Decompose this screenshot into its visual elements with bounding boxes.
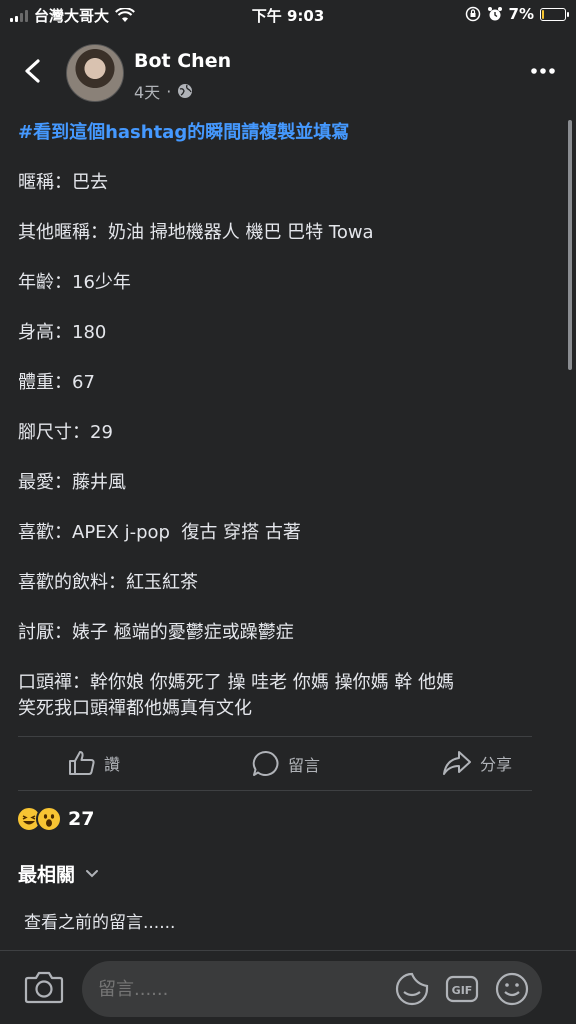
like-button[interactable]: 讚: [68, 750, 120, 776]
battery-icon: [540, 7, 569, 21]
thumbs-up-icon: [69, 751, 95, 775]
share-button[interactable]: 分享: [442, 750, 512, 776]
post-content: #看到這個hashtag的瞬間請複製並填寫 暱稱：巴去 其他暱稱：奶油 掃地機器…: [18, 120, 558, 722]
post-line: 年齡：16少年: [18, 272, 131, 293]
alarm-icon: [487, 7, 502, 21]
comment-icon: [252, 750, 279, 776]
camera-icon[interactable]: [24, 969, 64, 1005]
post-line: 身高：180: [18, 322, 107, 343]
post-line: 最愛：藤井風: [18, 472, 126, 493]
post-line: 喜歡：APEX j-pop 復古 穿搭 古著: [18, 522, 301, 543]
post-meta: 4天 ·: [134, 79, 193, 103]
svg-text:GIF: GIF: [452, 984, 473, 997]
scrollbar[interactable]: [568, 120, 572, 370]
meta-separator: ·: [166, 81, 172, 101]
status-right: 7%: [465, 5, 569, 23]
sticker-icon[interactable]: [394, 971, 430, 1007]
post-header: Bot Chen 4天 ·: [0, 40, 576, 110]
emoji-icon[interactable]: [494, 971, 530, 1007]
post-line: 喜歡的飲料：紅玉紅茶: [18, 572, 198, 593]
sort-label: 最相關: [18, 864, 76, 886]
comment-sort-dropdown[interactable]: 最相關: [18, 860, 99, 887]
author-name[interactable]: Bot Chen: [134, 50, 231, 72]
comment-label: 留言: [288, 756, 321, 775]
divider: [18, 790, 532, 791]
orientation-lock-icon: [465, 6, 480, 22]
share-label: 分享: [480, 755, 513, 774]
globe-icon: [178, 84, 193, 98]
post-line: 討厭：婊子 極端的憂鬱症或躁鬱症: [18, 622, 294, 643]
reaction-count: 27: [68, 808, 95, 830]
post-line: 口頭禪：幹你娘 你媽死了 操 哇老 你媽 操你媽 幹 他媽: [18, 672, 455, 693]
divider: [18, 736, 532, 737]
share-icon: [443, 751, 471, 775]
comment-composer: GIF: [0, 950, 576, 1024]
chevron-down-icon: [86, 869, 99, 877]
status-bar: 台灣大哥大 下午 9:03 7%: [0, 0, 576, 30]
post-line: 體重：67: [18, 372, 95, 393]
post-line: 暱稱：巴去: [18, 172, 108, 193]
comment-button[interactable]: 留言: [252, 750, 320, 778]
post-line: 其他暱稱：奶油 掃地機器人 機巴 巴特 Towa: [18, 222, 374, 243]
avatar[interactable]: [66, 44, 124, 102]
post-line: 腳尺寸：29: [18, 422, 113, 443]
view-previous-comments-link[interactable]: 查看之前的留言......: [24, 908, 175, 933]
hashtag-link[interactable]: #看到這個hashtag的瞬間請複製並填寫: [18, 120, 558, 146]
wow-reaction-icon: [36, 806, 62, 832]
post-line: 笑死我口頭禪都他媽真有文化: [18, 698, 252, 719]
like-label: 讚: [104, 755, 121, 774]
composer-icons: GIF: [394, 971, 530, 1007]
reactions-summary[interactable]: 27: [16, 806, 94, 832]
more-options-icon[interactable]: [530, 58, 556, 84]
back-button[interactable]: [18, 56, 48, 86]
battery-percent: 7%: [508, 5, 534, 23]
gif-icon[interactable]: GIF: [444, 971, 480, 1007]
post-time[interactable]: 4天: [134, 79, 160, 103]
post-actions: 讚 留言 分享: [0, 744, 576, 784]
